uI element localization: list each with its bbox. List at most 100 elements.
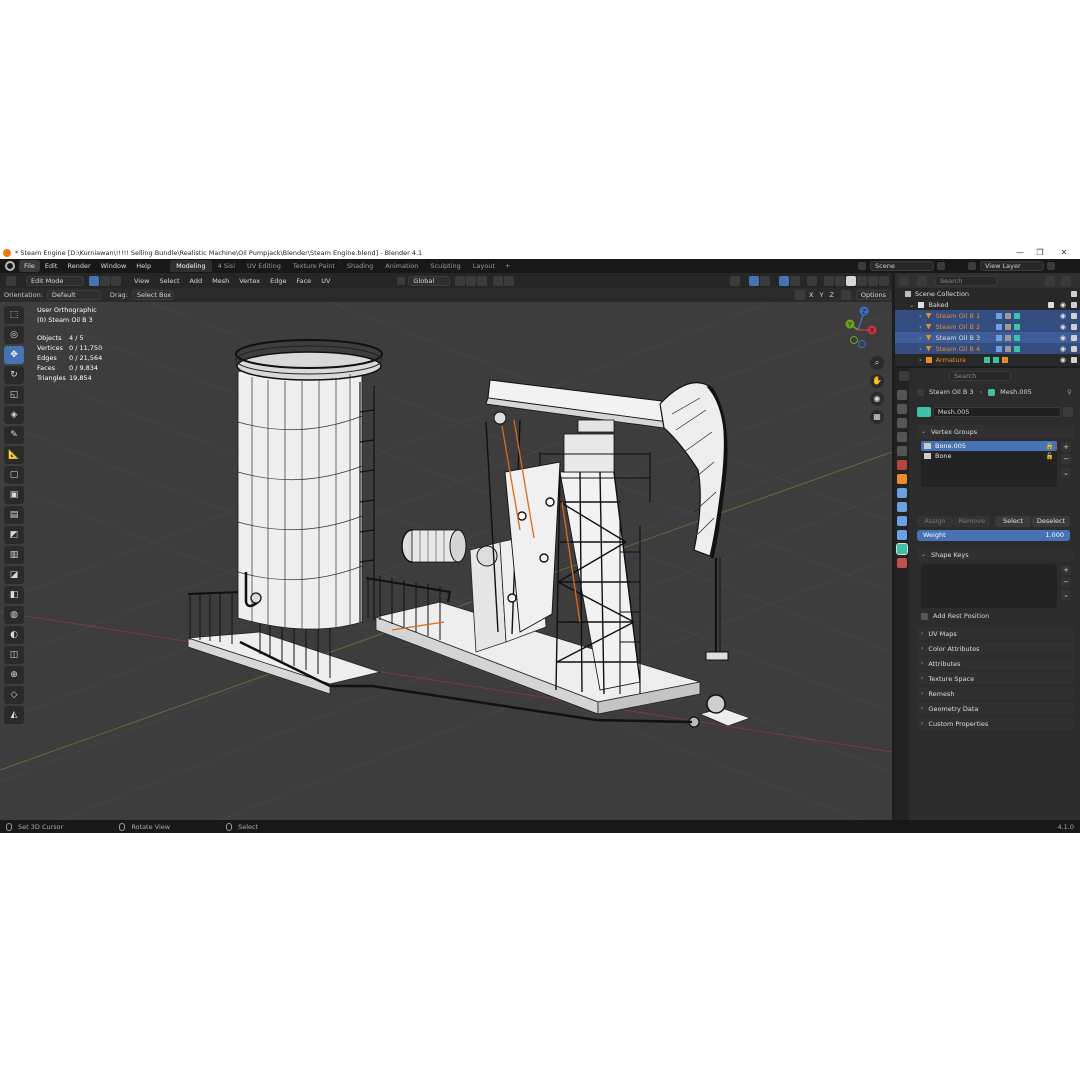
expand-arrow-icon[interactable]: › <box>919 323 922 331</box>
material-tab-icon[interactable] <box>897 558 907 568</box>
render-toggle-icon[interactable] <box>1071 312 1077 319</box>
menu-help[interactable]: Help <box>131 260 156 272</box>
extrude-tool[interactable]: ▣ <box>4 486 24 504</box>
gizmo-toggle-icon[interactable] <box>749 275 759 286</box>
view-layer-field[interactable]: View Layer <box>980 261 1044 271</box>
new-scene-icon[interactable] <box>937 262 945 270</box>
world-tab-icon[interactable] <box>897 460 907 470</box>
maximize-button[interactable]: ❐ <box>1028 246 1052 259</box>
move-tool[interactable]: ✥ <box>4 346 24 364</box>
shape-key-list[interactable] <box>921 564 1057 608</box>
knife-tool[interactable]: ◪ <box>4 566 24 584</box>
eye-icon[interactable]: ◉ <box>1060 323 1066 331</box>
add-rest-position-checkbox[interactable] <box>921 612 928 620</box>
output-tab-icon[interactable] <box>897 418 907 428</box>
face-select-icon[interactable] <box>111 275 121 286</box>
perspective-toggle-icon[interactable]: ▦ <box>870 410 884 424</box>
tab-uv-editing[interactable]: UV Editing <box>241 260 287 272</box>
panel-vertex-groups[interactable]: ⌄ Vertex Groups <box>917 425 1074 438</box>
mesh-edit-overlay-icon[interactable] <box>807 275 817 286</box>
expand-arrow-icon[interactable]: ⌄ <box>909 301 914 309</box>
scene-tab-icon[interactable] <box>897 446 907 456</box>
mirror-z-toggle[interactable]: Z <box>826 291 836 299</box>
material-shading-icon[interactable] <box>857 275 867 286</box>
falloff-icon[interactable] <box>504 275 515 286</box>
deselect-button[interactable]: Deselect <box>1032 516 1070 527</box>
particles-tab-icon[interactable] <box>897 502 907 512</box>
proportional-edit-icon[interactable] <box>493 275 504 286</box>
rip-region-tool[interactable]: ◭ <box>4 706 24 724</box>
physics-tab-icon[interactable] <box>897 516 907 526</box>
menu-render[interactable]: Render <box>62 260 95 272</box>
snapping-tool-icon[interactable] <box>840 290 851 300</box>
tool-tab-icon[interactable] <box>897 390 907 400</box>
mirror-y-toggle[interactable]: Y <box>816 291 826 299</box>
inset-tool[interactable]: ▤ <box>4 506 24 524</box>
orientation-dropdown[interactable]: Default <box>46 290 101 300</box>
remove-button[interactable]: Remove <box>954 516 990 527</box>
zoom-icon[interactable]: ⌕ <box>870 356 884 370</box>
cursor-tool[interactable]: ◎ <box>4 326 24 344</box>
menu-edit[interactable]: Edit <box>40 260 63 272</box>
weight-slider[interactable]: Weight 1.000 <box>917 530 1070 541</box>
properties-search-input[interactable]: Search <box>949 371 1011 381</box>
panel-color-attributes[interactable]: › Color Attributes <box>917 642 1074 655</box>
tab-layout[interactable]: Layout <box>467 260 501 272</box>
transform-orientation-dropdown[interactable]: Global <box>408 275 451 286</box>
expand-arrow-icon[interactable]: › <box>919 356 922 364</box>
eye-icon[interactable]: ◉ <box>1060 356 1066 364</box>
view-layer-tab-icon[interactable] <box>897 432 907 442</box>
assign-button[interactable]: Assign <box>917 516 953 527</box>
solid-shading-icon[interactable] <box>846 275 856 286</box>
measure-tool[interactable]: 📐 <box>4 446 24 464</box>
tab-animation[interactable]: Animation <box>379 260 424 272</box>
render-toggle-icon[interactable] <box>1071 301 1077 308</box>
mode-dropdown[interactable]: Edit Mode <box>26 275 84 286</box>
overlay-toggle-icon[interactable] <box>779 275 789 286</box>
outliner-search-input[interactable]: Search <box>935 275 997 286</box>
drag-dropdown[interactable]: Select Box <box>131 290 174 300</box>
menu-vertex[interactable]: Vertex <box>234 277 265 285</box>
menu-select[interactable]: Select <box>154 277 184 285</box>
menu-view[interactable]: View <box>129 277 154 285</box>
mirror-x-toggle[interactable]: X <box>806 291 816 299</box>
render-toggle-icon[interactable] <box>1071 290 1077 297</box>
vertex-group-item[interactable]: Bone 🔓 <box>921 451 1057 461</box>
panel-texture-space[interactable]: › Texture Space <box>917 672 1074 685</box>
add-cube-tool[interactable]: ▢ <box>4 466 24 484</box>
scene-field[interactable]: Scene <box>870 261 934 271</box>
outliner-item[interactable]: › Steam Oil B 1 ◉ <box>895 310 1080 321</box>
add-shape-key-button[interactable]: + <box>1061 565 1071 575</box>
panel-geometry-data[interactable]: › Geometry Data <box>917 702 1074 715</box>
snap-target-icon[interactable] <box>477 275 488 286</box>
vertex-select-icon[interactable] <box>89 275 99 286</box>
outliner-item-armature[interactable]: › Armature ◉ <box>895 354 1080 365</box>
outliner-item[interactable]: › Steam Oil B 2 ◉ <box>895 321 1080 332</box>
vertex-group-specials-button[interactable]: ⌄ <box>1061 468 1071 478</box>
expand-arrow-icon[interactable]: › <box>919 312 922 320</box>
smooth-tool[interactable]: ◐ <box>4 626 24 644</box>
new-collection-icon[interactable] <box>1061 275 1071 286</box>
outliner-item[interactable]: › Steam Oil B 4 ◉ <box>895 343 1080 354</box>
bevel-tool[interactable]: ◩ <box>4 526 24 544</box>
3d-viewport[interactable]: ⬚ ◎ ✥ ↻ ◱ ◈ ✎ 📐 ▢ ▣ ▤ ◩ ▥ ◪ ◧ ◍ ◐ ◫ ⊕ ◇ … <box>0 302 892 820</box>
tab-sculpting[interactable]: Sculpting <box>424 260 466 272</box>
wireframe-shading-icon[interactable] <box>835 275 845 286</box>
scene-collection-row[interactable]: Scene Collection <box>895 288 1080 299</box>
unlock-icon[interactable]: 🔓 <box>1046 451 1054 461</box>
close-button[interactable]: ✕ <box>1052 246 1076 259</box>
menu-edge[interactable]: Edge <box>265 277 291 285</box>
panel-attributes[interactable]: › Attributes <box>917 657 1074 670</box>
outliner-item-active[interactable]: › Steam Oil B 3 ◉ <box>895 332 1080 343</box>
blender-logo-icon[interactable] <box>5 261 15 271</box>
menu-window[interactable]: Window <box>96 260 132 272</box>
eye-icon[interactable]: ◉ <box>1060 334 1066 342</box>
tab-shading[interactable]: Shading <box>341 260 379 272</box>
select-box-tool[interactable]: ⬚ <box>4 306 24 324</box>
tab-modeling[interactable]: Modeling <box>170 260 212 272</box>
collection-row-baked[interactable]: ⌄ Baked ◉ <box>895 299 1080 310</box>
transform-tool[interactable]: ◈ <box>4 406 24 424</box>
render-toggle-icon[interactable] <box>1071 345 1077 352</box>
render-toggle-icon[interactable] <box>1071 323 1077 330</box>
eye-icon[interactable]: ◉ <box>1060 301 1066 309</box>
